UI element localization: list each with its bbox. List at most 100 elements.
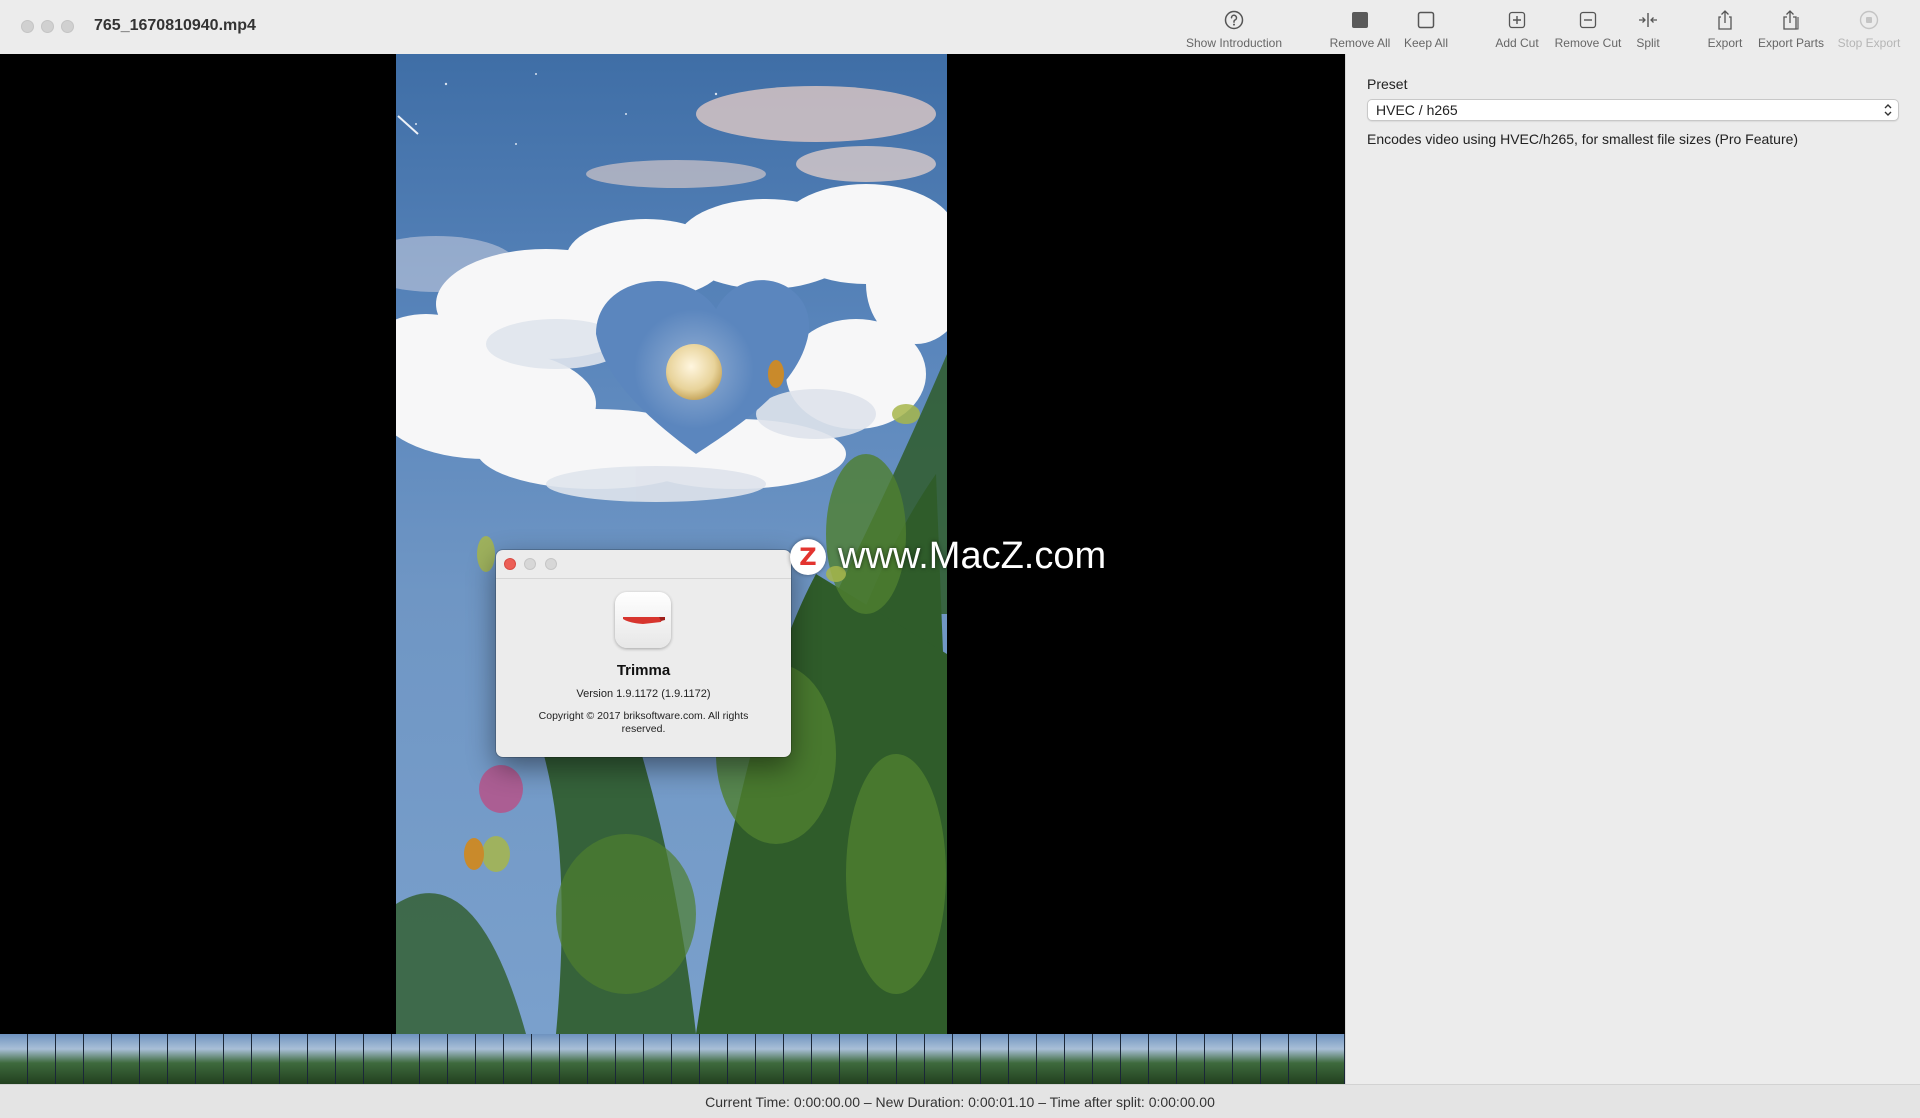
export-parts-label: Export Parts [1757,36,1825,50]
filmstrip-thumbnail [1092,1034,1121,1084]
remove-all-label: Remove All [1329,36,1391,50]
filmstrip-thumbnail [700,1034,729,1084]
filmstrip-thumbnail [560,1034,589,1084]
stop-circle-icon [1859,10,1879,30]
filmstrip-thumbnail [532,1034,561,1084]
question-circle-icon [1224,10,1244,30]
filmstrip-thumbnail [1120,1034,1149,1084]
filmstrip-thumbnail [812,1034,841,1084]
filmstrip-thumbnail [588,1034,617,1084]
window-title: 765_1670810940.mp4 [94,17,256,34]
filmstrip-thumbnail [1260,1034,1289,1084]
filmstrip-thumbnail [1064,1034,1093,1084]
filmstrip-thumbnail [1176,1034,1205,1084]
split-arrows-icon [1639,13,1657,27]
about-zoom-button[interactable] [545,558,557,570]
filmstrip-thumbnail [728,1034,757,1084]
keep-all-button[interactable]: Keep All [1398,8,1454,50]
show-introduction-button[interactable]: Show Introduction [1184,8,1284,50]
preset-select[interactable]: HVEC / h265 [1367,99,1899,121]
share-stack-icon [1783,10,1799,30]
filmstrip-thumbnail [840,1034,869,1084]
split-label: Split [1636,36,1660,50]
title-bar: 765_1670810940.mp4 Show Introduction Rem… [0,0,1920,55]
plus-square-icon [1508,11,1526,29]
about-minimize-button[interactable] [524,558,536,570]
split-button[interactable]: Split [1628,8,1668,50]
minimize-window-button[interactable] [41,20,54,33]
watermark-logo: Z [790,538,826,575]
filmstrip-thumbnail [84,1034,113,1084]
filled-square-icon [1352,12,1368,28]
filmstrip-thumbnail [616,1034,645,1084]
filmstrip-thumbnail [0,1034,29,1084]
app-icon [615,592,671,648]
status-text: Current Time: 0:00:00.00 – New Duration:… [705,1094,1215,1110]
stop-export-button[interactable]: Stop Export [1834,8,1904,50]
filmstrip-thumbnail [308,1034,337,1084]
add-cut-label: Add Cut [1495,36,1539,50]
filmstrip-thumbnail [476,1034,505,1084]
export-parts-button[interactable]: Export Parts [1754,8,1828,50]
filmstrip-thumbnail [1036,1034,1065,1084]
preset-label: Preset [1367,76,1408,92]
remove-cut-label: Remove Cut [1554,36,1622,50]
filmstrip-thumbnail [1232,1034,1261,1084]
share-icon [1718,10,1732,30]
preset-value: HVEC / h265 [1376,102,1458,118]
filmstrip-thumbnail [364,1034,393,1084]
timeline-filmstrip[interactable] [0,1034,1345,1084]
zoom-window-button[interactable] [61,20,74,33]
filmstrip-thumbnail [56,1034,85,1084]
filmstrip-thumbnail [868,1034,897,1084]
filmstrip-thumbnail [168,1034,197,1084]
filmstrip-thumbnail [112,1034,141,1084]
video-preview[interactable]: Trimma Version 1.9.1172 (1.9.1172) Copyr… [0,54,1345,1034]
select-chevrons-icon [1884,104,1892,116]
stop-export-label: Stop Export [1837,36,1901,50]
watermark-text: www.MacZ.com [838,535,1107,577]
filmstrip-thumbnail [420,1034,449,1084]
filmstrip-thumbnail [784,1034,813,1084]
remove-cut-button[interactable]: Remove Cut [1551,8,1625,50]
empty-square-icon [1417,11,1435,29]
about-copyright: Copyright © 2017 briksoftware.com. All r… [538,710,749,735]
filmstrip-thumbnail [252,1034,281,1084]
filmstrip-thumbnail [1148,1034,1177,1084]
filmstrip-thumbnail [1316,1034,1345,1084]
filmstrip-thumbnail [504,1034,533,1084]
filmstrip-thumbnail [392,1034,421,1084]
add-cut-button[interactable]: Add Cut [1489,8,1545,50]
filmstrip-thumbnail [224,1034,253,1084]
remove-all-button[interactable]: Remove All [1326,8,1394,50]
filmstrip-thumbnail [896,1034,925,1084]
about-dialog-titlebar [496,550,791,579]
filmstrip-thumbnail [140,1034,169,1084]
filmstrip-thumbnail [28,1034,57,1084]
export-button[interactable]: Export [1703,8,1747,50]
close-window-button[interactable] [21,20,34,33]
filmstrip-thumbnail [336,1034,365,1084]
filmstrip-thumbnail [980,1034,1009,1084]
preset-description: Encodes video using HVEC/h265, for small… [1367,131,1799,147]
about-app-name: Trimma [616,662,671,679]
filmstrip-thumbnail [280,1034,309,1084]
filmstrip-thumbnail [924,1034,953,1084]
filmstrip-thumbnail [1288,1034,1317,1084]
filmstrip-thumbnail [196,1034,225,1084]
knife-icon [623,617,665,624]
show-introduction-label: Show Introduction [1185,36,1283,50]
export-label: Export [1707,36,1743,50]
filmstrip-thumbnail [672,1034,701,1084]
about-close-button[interactable] [504,558,516,570]
filmstrip-thumbnail [1008,1034,1037,1084]
filmstrip-thumbnail [952,1034,981,1084]
watermark: Z www.MacZ.com [790,535,1106,578]
filmstrip-thumbnail [448,1034,477,1084]
status-bar: Current Time: 0:00:00.00 – New Duration:… [0,1084,1920,1118]
keep-all-label: Keep All [1403,36,1449,50]
filmstrip-thumbnail [756,1034,785,1084]
settings-sidebar: Preset HVEC / h265 Encodes video using H… [1345,54,1920,1084]
about-version: Version 1.9.1172 (1.9.1172) [576,688,711,700]
about-dialog: Trimma Version 1.9.1172 (1.9.1172) Copyr… [496,550,791,757]
